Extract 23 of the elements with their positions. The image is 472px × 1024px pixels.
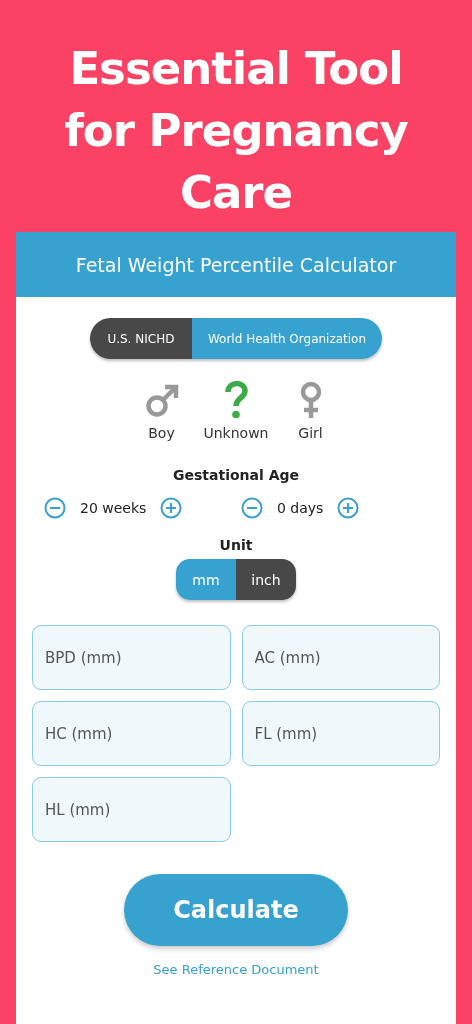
input-field[interactable]: BPD (mm) <box>32 625 231 690</box>
stepper-value: 20 weeks <box>80 500 147 516</box>
gender-option[interactable]: Girl <box>286 379 335 441</box>
plus-button[interactable] <box>160 497 183 519</box>
female-symbol-icon <box>298 381 323 419</box>
input-field[interactable]: FL (mm) <box>241 701 440 766</box>
input-field[interactable]: AC (mm) <box>241 625 440 690</box>
section-title: Unit <box>219 537 253 553</box>
gender-option[interactable]: Unknown <box>203 379 269 441</box>
section-title: Gestational Age <box>173 467 299 483</box>
question-mark-icon <box>224 381 248 419</box>
card-title: Fetal Weight Percentile Calculator <box>75 253 397 276</box>
standard-tab[interactable]: U.S. NICHD <box>89 318 192 359</box>
plus-button[interactable] <box>337 497 360 519</box>
stepper-value: 0 days <box>277 500 324 516</box>
minus-button[interactable] <box>241 497 263 519</box>
input-field[interactable]: HC (mm) <box>32 701 231 766</box>
input-field[interactable]: HL (mm) <box>32 777 231 842</box>
headline: Essential Tool for Pregnancy Care <box>63 41 409 221</box>
gender-option[interactable]: Boy <box>137 379 186 441</box>
minus-button[interactable] <box>44 497 66 519</box>
male-symbol-icon <box>143 383 180 419</box>
unit-tab[interactable]: inch <box>236 559 296 600</box>
